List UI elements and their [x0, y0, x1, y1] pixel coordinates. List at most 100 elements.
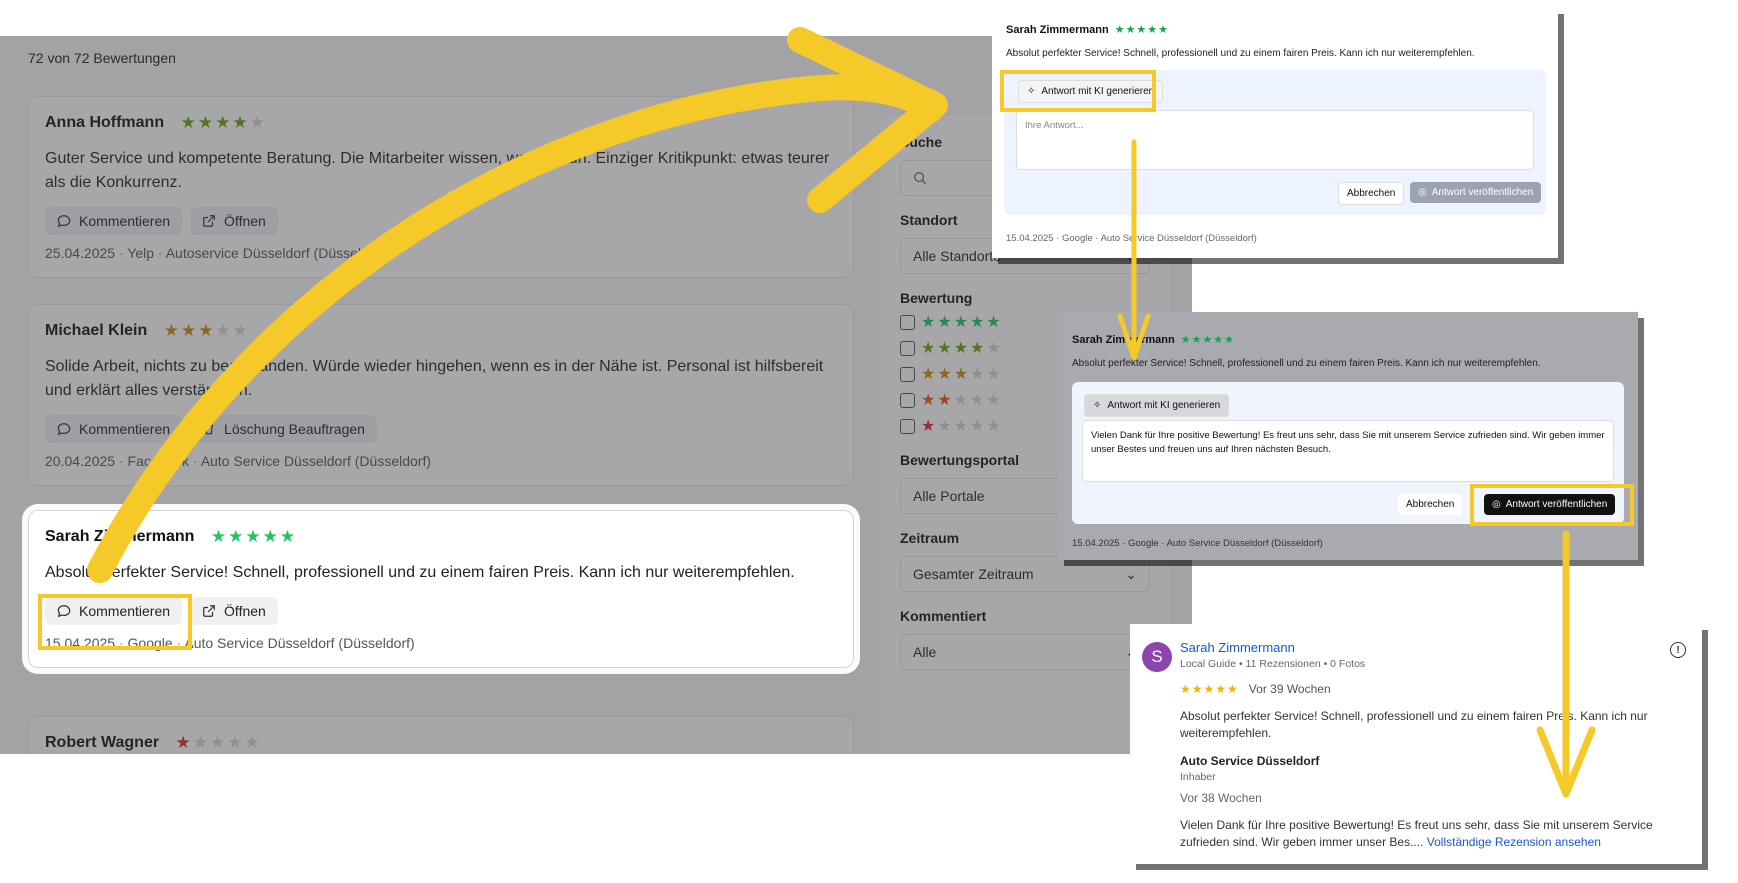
publish-reply-button-disabled[interactable]: ◎ Antwort veröffentlichen — [1410, 182, 1542, 203]
location-select-value: Alle Standorte — [913, 248, 1001, 264]
star-rating: ★★★★★ — [181, 113, 267, 133]
review-portal: Google — [1120, 538, 1159, 549]
speech-bubble-icon — [57, 215, 71, 228]
star-empty-icon: ★ — [227, 733, 245, 752]
review-date: 20.04.2025 — [45, 453, 116, 469]
google-star-rating: ★★★★★ — [1180, 682, 1239, 696]
reply-editor-empty-screenshot: Sarah Zimmermann ★★★★★ Absolut perfekter … — [992, 8, 1558, 258]
comment-button-label: Kommentieren — [79, 421, 171, 437]
review-date: 15.04.2025 — [1006, 233, 1054, 244]
review-meta: 15.04.2025GoogleAuto Service Düsseldorf … — [1072, 538, 1323, 549]
commented-filter-label: Kommentiert — [900, 608, 987, 624]
generate-ai-reply-button[interactable]: ✧ Antwort mit KI generieren — [1084, 394, 1230, 417]
owner-role: Inhaber — [1180, 771, 1216, 783]
star-filled-icon: ★ — [970, 340, 987, 357]
review-meta: 25.04.2025YelpAutoservice Düsseldorf (Dü… — [45, 245, 837, 261]
speech-bubble-icon — [57, 605, 71, 618]
generate-ai-reply-button[interactable]: ✧ Antwort mit KI generieren — [1018, 80, 1164, 103]
generate-ai-reply-label: Antwort mit KI generieren — [1041, 86, 1155, 97]
star-filled-icon: ★ — [215, 113, 233, 132]
avatar: S — [1142, 642, 1172, 672]
review-portal: Facebook — [115, 453, 189, 469]
commented-select[interactable]: Alle⌄ — [900, 634, 1150, 670]
comment-button-label: Kommentieren — [79, 603, 171, 619]
star-empty-icon: ★ — [953, 392, 971, 409]
comment-button[interactable]: Kommentieren — [45, 207, 183, 235]
external-link-icon — [203, 605, 215, 617]
star-filled-icon: ★ — [175, 733, 193, 752]
rating-checkbox[interactable] — [900, 366, 915, 382]
star-empty-icon: ★ — [986, 418, 1003, 435]
report-icon[interactable]: ! — [1670, 642, 1686, 658]
google-review-time: Vor 39 Wochen — [1248, 682, 1331, 696]
comment-button-label: Kommentieren — [79, 213, 171, 229]
star-filled-icon: ★ — [921, 392, 938, 409]
reviewer-name: Michael Klein — [45, 322, 148, 339]
review-location: Auto Service Düsseldorf (Düsseldorf) — [173, 635, 415, 651]
open-button[interactable]: Öffnen — [190, 207, 278, 235]
open-button[interactable]: Öffnen — [190, 597, 278, 625]
open-button-label: Öffnen — [224, 603, 266, 619]
commented-select-value: Alle — [913, 644, 937, 660]
star-filled-icon: ★ — [937, 366, 954, 383]
review-card: Michael Klein ★★★★★ Solide Arbeit, nicht… — [28, 304, 854, 486]
comment-button[interactable]: Kommentieren — [45, 597, 183, 625]
full-review-link[interactable]: Vollständige Rezension ansehen — [1427, 835, 1601, 849]
star-empty-icon: ★ — [953, 418, 971, 435]
publish-reply-label: Antwort veröffentlichen — [1431, 187, 1534, 198]
owner-reply-text: Vielen Dank für Ihre positive Bewertung!… — [1180, 817, 1686, 851]
review-portal: Yelp — [115, 245, 154, 261]
star-empty-icon: ★ — [249, 113, 267, 132]
star-empty-icon: ★ — [210, 733, 228, 752]
comment-button[interactable]: Kommentieren — [45, 415, 183, 443]
reviewer-name: Sarah Zimmermann — [45, 528, 195, 545]
sparkle-icon: ✧ — [1093, 400, 1102, 411]
review-text: Absolut perfekter Service! Schnell, prof… — [1072, 358, 1541, 369]
rating-checkbox[interactable] — [900, 314, 915, 330]
review-card: Robert Wagner ★★★★★ — [28, 716, 854, 754]
star-rating: ★★★★★ — [1180, 334, 1236, 346]
star-empty-icon: ★ — [244, 733, 262, 752]
open-button-label: Öffnen — [224, 213, 266, 229]
request-deletion-button[interactable]: Löschung Beauftragen — [190, 415, 377, 443]
review-location: Autoservice Düsseldorf (Düsseldorf) — [154, 245, 390, 261]
reply-textarea[interactable]: Vielen Dank für Ihre positive Bewertung!… — [1082, 420, 1614, 482]
reviewer-name: Sarah Zimmermann — [1006, 24, 1109, 36]
rating-checkbox[interactable] — [900, 392, 915, 408]
star-filled-icon: ★ — [921, 366, 938, 383]
owner-reply-time: Vor 38 Wochen — [1180, 791, 1262, 805]
reply-panel: ✧ Antwort mit KI generieren Vielen Dank f… — [1072, 382, 1624, 524]
reviewer-name: Sarah Zimmermann — [1072, 334, 1175, 346]
cancel-button[interactable]: Abbrechen — [1338, 182, 1405, 205]
star-filled-icon: ★ — [163, 321, 181, 340]
reply-textarea[interactable]: Ihre Antwort... — [1016, 110, 1534, 170]
google-review-text: Absolut perfekter Service! Schnell, prof… — [1180, 709, 1648, 740]
star-empty-icon: ★ — [232, 321, 250, 340]
star-empty-icon: ★ — [970, 418, 987, 435]
star-filled-icon: ★ — [937, 392, 954, 409]
globe-icon: ◎ — [1418, 187, 1427, 198]
google-reviewer-name[interactable]: Sarah Zimmermann — [1180, 640, 1686, 655]
review-text: Guter Service und kompetente Beratung. D… — [45, 150, 830, 191]
star-rating: ★★★★★ — [921, 390, 1003, 410]
trash-icon — [204, 423, 214, 435]
star-filled-icon: ★ — [197, 113, 216, 132]
cancel-button[interactable]: Abbrechen — [1398, 494, 1463, 515]
star-empty-icon: ★ — [986, 340, 1003, 357]
review-count: 72 von 72 Bewertungen — [28, 50, 176, 66]
period-select[interactable]: Gesamter Zeitraum ⌄ — [900, 556, 1150, 592]
generate-ai-reply-label: Antwort mit KI generieren — [1107, 400, 1221, 411]
star-filled-icon: ★ — [180, 321, 199, 340]
speech-bubble-icon — [57, 423, 71, 436]
reviewer-name: Robert Wagner — [45, 734, 160, 751]
rating-checkbox[interactable] — [900, 340, 915, 356]
review-location: Auto Service Düsseldorf (Düsseldorf) — [189, 453, 431, 469]
rating-checkbox[interactable] — [900, 418, 915, 434]
review-portal: Google — [115, 635, 173, 651]
publish-reply-button[interactable]: ◎ Antwort veröffentlichen — [1484, 494, 1616, 515]
request-deletion-label: Löschung Beauftragen — [224, 421, 365, 437]
star-rating: ★★★★★ — [921, 312, 1003, 332]
review-text: Absolut perfekter Service! Schnell, prof… — [45, 564, 795, 581]
sparkle-icon: ✧ — [1027, 86, 1036, 97]
globe-icon: ◎ — [1492, 499, 1501, 510]
